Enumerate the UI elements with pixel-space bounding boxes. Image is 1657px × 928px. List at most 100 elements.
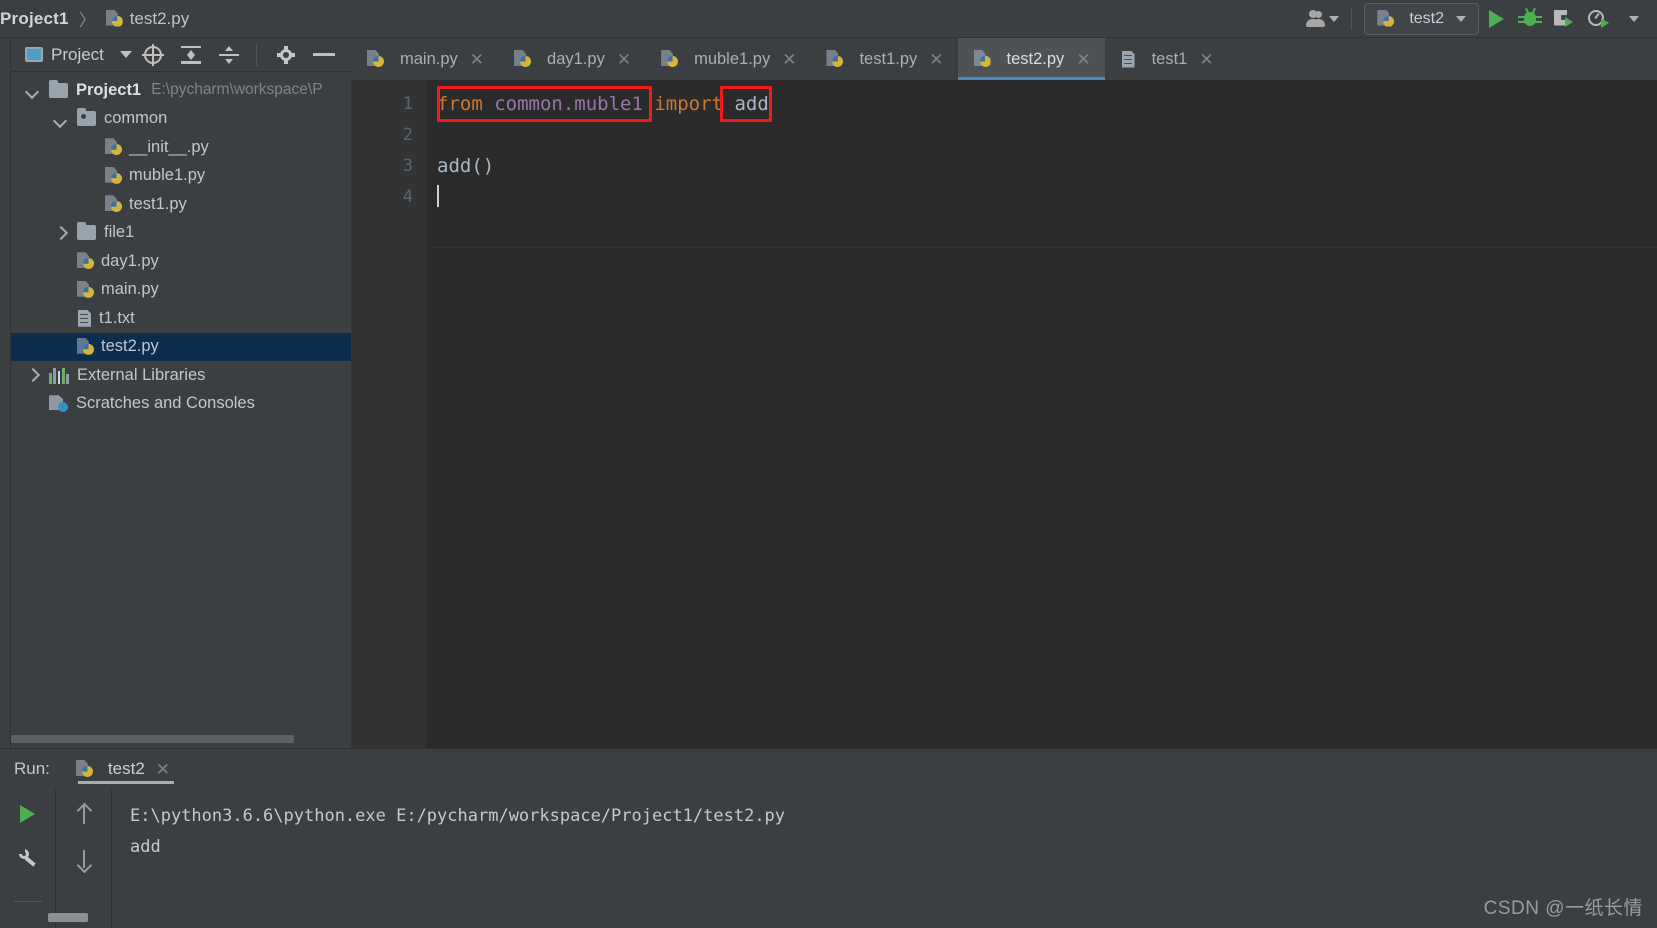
chevron-down-icon[interactable] [25, 82, 41, 98]
profile-button[interactable] [1581, 4, 1615, 34]
tree-item-test1-py[interactable]: test1.py [11, 190, 351, 219]
scrollbar-thumb[interactable] [11, 735, 294, 743]
code-line-3: add() [437, 155, 495, 177]
python-file-icon [973, 50, 991, 68]
python-file-icon [105, 166, 122, 185]
tool-window-label[interactable]: Structure [0, 6, 3, 66]
breadcrumb-separator: 〉 [78, 11, 96, 30]
collapse-all-button[interactable] [212, 41, 246, 69]
project-tree[interactable]: Project1 E:\pycharm\workspace\P common __in… [11, 72, 351, 418]
settings-button[interactable] [269, 41, 303, 69]
tree-item-t1-txt[interactable]: t1.txt [11, 304, 351, 333]
run-configuration-name: test2 [1409, 9, 1444, 27]
wrench-icon [18, 848, 38, 868]
close-icon[interactable]: ✕ [617, 51, 631, 68]
python-file-icon [514, 50, 532, 68]
editor-tab-test1[interactable]: test1 ✕ [1105, 38, 1228, 80]
chevron-right-icon[interactable] [53, 225, 69, 241]
users-button[interactable] [1305, 4, 1340, 34]
tree-item-project1[interactable]: Project1 E:\pycharm\workspace\P [11, 76, 351, 105]
settings-wrench-button[interactable] [11, 843, 45, 873]
tree-item-common[interactable]: common [11, 105, 351, 134]
scroll-up-button[interactable] [67, 799, 101, 829]
editor-area: main.py ✕ day1.py ✕ muble1.py ✕ test1.py ✕ test2… [351, 38, 1657, 748]
profiler-icon [1588, 9, 1609, 29]
scroll-up-icon [76, 802, 92, 826]
tree-item-external-libraries[interactable]: External Libraries [11, 361, 351, 390]
breadcrumb-file[interactable]: test2.py [130, 9, 190, 29]
scroll-down-button[interactable] [67, 845, 101, 875]
expand-all-button[interactable] [174, 41, 208, 69]
hide-panel-button[interactable] [307, 41, 341, 69]
close-icon[interactable]: ✕ [156, 761, 170, 778]
line-number: 4 [402, 187, 413, 207]
editor-line-divider [351, 247, 1657, 248]
editor-tab-muble1-py[interactable]: muble1.py ✕ [645, 38, 810, 80]
tree-item-scratches-and-consoles[interactable]: Scratches and Consoles [11, 390, 351, 419]
tree-item-main-py[interactable]: main.py [11, 276, 351, 305]
tree-item-muble1-py[interactable]: muble1.py [11, 162, 351, 191]
scratches-icon [49, 395, 68, 413]
run-button[interactable] [1479, 4, 1513, 34]
console-output[interactable]: E:\python3.6.6\python.exe E:/pycharm/wor… [112, 789, 1657, 928]
run-configuration-selector[interactable]: test2 [1364, 2, 1479, 35]
tree-item-label: test1.py [129, 194, 187, 213]
run-tab-test2[interactable]: test2 ✕ [72, 749, 180, 789]
close-icon[interactable]: ✕ [1076, 51, 1090, 68]
run-panel-label: Run: [14, 759, 50, 778]
code-line-4 [437, 182, 1657, 213]
project-panel-title[interactable]: Project [51, 45, 104, 65]
code-content[interactable]: from common.muble1 import add add() [427, 80, 1657, 748]
hide-icon [312, 53, 335, 56]
chevron-down-icon [1456, 15, 1466, 22]
locate-icon [141, 43, 164, 66]
breadcrumb-project[interactable]: Project1 [0, 9, 69, 29]
tree-item-label: __init__.py [129, 137, 209, 156]
project-horizontal-scrollbar[interactable] [11, 733, 351, 743]
editor-tab-day1-py[interactable]: day1.py ✕ [498, 38, 645, 80]
pycharm-window: Project1 〉 test2.py test2 Structure Proj… [0, 0, 1657, 928]
editor-tab-test2-py[interactable]: test2.py ✕ [957, 38, 1105, 80]
editor-tab-bar[interactable]: main.py ✕ day1.py ✕ muble1.py ✕ test1.py ✕ test2… [351, 38, 1657, 80]
line-number-gutter: 1 2 3 4 [351, 80, 427, 748]
folder-icon [49, 79, 68, 98]
python-icon [75, 760, 93, 778]
collapse-all-icon [218, 45, 239, 64]
run-with-coverage-button[interactable] [1547, 4, 1581, 34]
editor-tab-label: day1.py [547, 49, 605, 68]
imported-name: add [723, 93, 769, 115]
soft-wrap-button[interactable] [48, 913, 88, 922]
chevron-right-icon[interactable] [25, 367, 41, 383]
close-icon[interactable]: ✕ [1199, 51, 1213, 68]
chevron-down-icon[interactable] [53, 111, 69, 127]
tree-item-label: External Libraries [77, 365, 206, 384]
console-line: E:\python3.6.6\python.exe E:/pycharm/wor… [130, 806, 786, 826]
tree-item-test2-py[interactable]: test2.py [11, 332, 351, 361]
tree-item-file1[interactable]: file1 [11, 219, 351, 248]
tree-item-day1-py[interactable]: day1.py [11, 247, 351, 276]
line-number: 1 [402, 94, 413, 114]
tree-item-label: file1 [104, 223, 135, 242]
folder-icon [77, 222, 96, 241]
close-icon[interactable]: ✕ [782, 51, 796, 68]
chevron-down-icon[interactable] [119, 51, 132, 58]
toolbar-more-button[interactable] [1615, 4, 1649, 34]
run-tab-label: test2 [107, 759, 145, 778]
run-tool-window: Run: test2 ✕ E:\python3.6.6\python.exe E… [0, 748, 1657, 928]
tree-item--init-py[interactable]: __init__.py [11, 133, 351, 162]
editor-tab-test1-py[interactable]: test1.py ✕ [810, 38, 957, 80]
rerun-button[interactable] [11, 799, 45, 829]
debug-button[interactable] [1513, 4, 1547, 34]
code-editor[interactable]: 1 2 3 4 from common.muble1 import add add() [351, 80, 1657, 748]
locate-button[interactable] [136, 41, 170, 69]
close-icon[interactable]: ✕ [929, 51, 943, 68]
close-icon[interactable]: ✕ [470, 51, 484, 68]
breadcrumb: Project1 〉 test2.py [0, 6, 189, 31]
editor-tab-main-py[interactable]: main.py ✕ [351, 38, 498, 80]
